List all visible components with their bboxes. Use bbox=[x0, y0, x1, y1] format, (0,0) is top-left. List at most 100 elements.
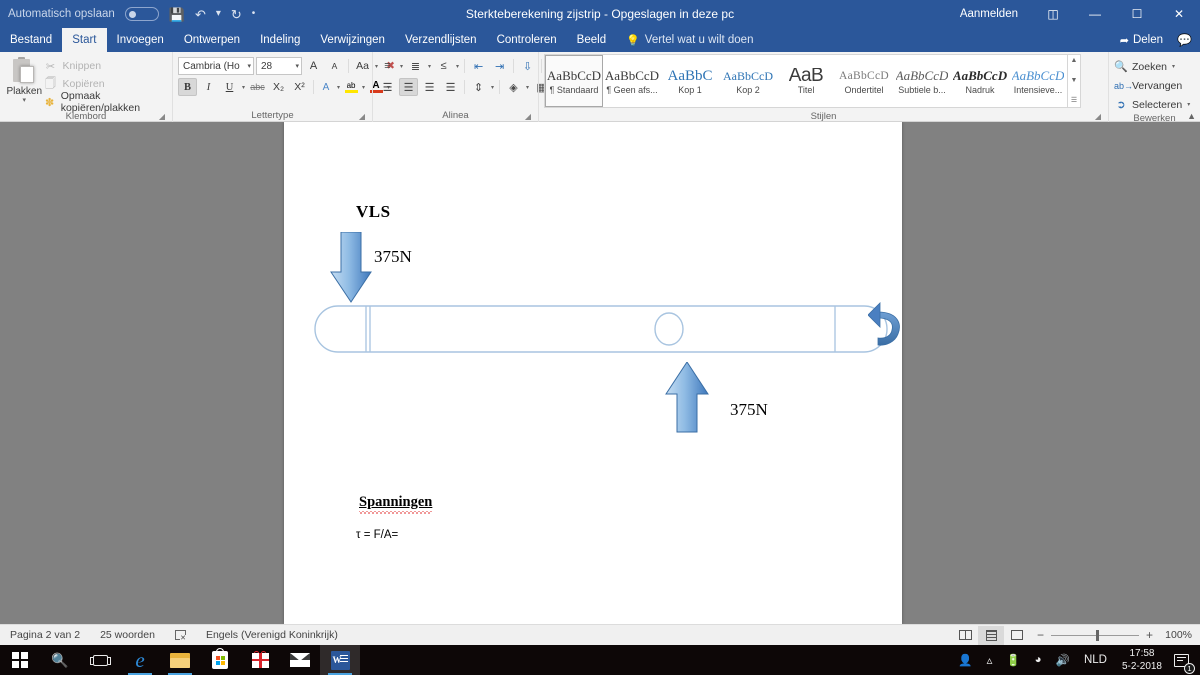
subscript-button[interactable]: X₂ bbox=[269, 78, 288, 96]
wifi-icon[interactable]: ◕ bbox=[1028, 645, 1049, 675]
italic-button[interactable]: I bbox=[199, 78, 218, 96]
undo-icon[interactable]: ↶ bbox=[195, 8, 206, 21]
align-center-icon[interactable]: ☰ bbox=[399, 78, 418, 96]
task-view-icon[interactable] bbox=[80, 645, 120, 675]
sign-in-button[interactable]: Aanmelden bbox=[946, 8, 1032, 20]
style-subtiele-benadrukking[interactable]: AaBbCcD Subtiele b... bbox=[893, 55, 951, 107]
chevron-down-icon[interactable]: ▾ bbox=[525, 84, 530, 91]
zoom-track[interactable] bbox=[1051, 629, 1139, 641]
cut-button[interactable]: ✂ Knippen bbox=[44, 58, 167, 74]
file-explorer-icon[interactable] bbox=[160, 645, 200, 675]
zoom-slider[interactable]: − + bbox=[1030, 628, 1160, 642]
zoom-level-label[interactable]: 100% bbox=[1160, 629, 1192, 641]
style-intensieve-benadrukking[interactable]: AaBbCcD Intensieve... bbox=[1009, 55, 1067, 107]
redo-icon[interactable]: ↻ bbox=[231, 8, 242, 21]
force-arrow-down[interactable] bbox=[330, 232, 372, 304]
clock[interactable]: 17:58 5-2-2018 bbox=[1114, 645, 1170, 675]
styles-gallery-scrollbar[interactable]: ▲ ▼ ☰ bbox=[1068, 54, 1081, 108]
find-button[interactable]: 🔍 Zoeken ▾ bbox=[1114, 58, 1191, 75]
strikethrough-button[interactable]: abc bbox=[248, 78, 267, 96]
proofing-errors-icon[interactable] bbox=[165, 630, 196, 642]
beam-diagram[interactable] bbox=[314, 298, 902, 360]
decrease-indent-icon[interactable]: ⇤ bbox=[469, 57, 488, 75]
search-icon[interactable]: 🔍 bbox=[40, 645, 80, 675]
font-name-combo[interactable]: Cambria (Ho ▾ bbox=[178, 57, 254, 75]
paragraph-dialog-launcher[interactable]: ◢ bbox=[525, 112, 531, 121]
bullets-icon[interactable]: ≡ bbox=[378, 57, 397, 75]
edge-browser-icon[interactable]: e bbox=[120, 645, 160, 675]
customize-qat-icon[interactable]: • bbox=[252, 9, 256, 19]
numbering-icon[interactable]: ≣ bbox=[406, 57, 425, 75]
undo-dropdown-caret[interactable]: ▾ bbox=[216, 9, 221, 19]
word-icon[interactable]: W bbox=[320, 645, 360, 675]
change-case-button[interactable]: Aa bbox=[353, 57, 372, 75]
zoom-thumb[interactable] bbox=[1096, 629, 1099, 641]
clipboard-dialog-launcher[interactable]: ◢ bbox=[159, 112, 165, 121]
language-indicator[interactable]: Engels (Verenigd Koninkrijk) bbox=[196, 629, 348, 641]
read-mode-icon[interactable] bbox=[952, 626, 978, 645]
more-styles-icon[interactable]: ☰ bbox=[1071, 97, 1077, 105]
chevron-down-icon[interactable]: ▾ bbox=[399, 63, 404, 70]
volume-icon[interactable]: 🔊 bbox=[1049, 645, 1077, 675]
text-effects-button[interactable]: A bbox=[318, 78, 334, 96]
autosave-toggle[interactable] bbox=[124, 7, 159, 21]
word-count[interactable]: 25 woorden bbox=[90, 629, 165, 641]
align-left-icon[interactable]: ☰ bbox=[378, 78, 397, 96]
tab-ontwerpen[interactable]: Ontwerpen bbox=[174, 28, 250, 52]
style-ondertitel[interactable]: AaBbCcD Ondertitel bbox=[835, 55, 893, 107]
close-icon[interactable]: ✕ bbox=[1158, 0, 1200, 28]
ribbon-display-options-icon[interactable]: ◫ bbox=[1032, 0, 1074, 28]
force-arrow-up[interactable] bbox=[664, 362, 710, 434]
style-nadruk[interactable]: AaBbCcD Nadruk bbox=[951, 55, 1009, 107]
chevron-down-icon[interactable]: ▾ bbox=[336, 84, 341, 91]
language-indicator[interactable]: NLD bbox=[1077, 645, 1114, 675]
torque-curved-arrow[interactable] bbox=[868, 300, 904, 358]
chevron-down-icon[interactable]: ▾ bbox=[455, 63, 460, 70]
comments-icon[interactable]: 💬 bbox=[1167, 33, 1192, 47]
document-page[interactable]: VLS 375N 375N Spanningen τ = F/A= bbox=[284, 122, 902, 624]
chevron-down-icon[interactable]: ▾ bbox=[241, 84, 246, 91]
align-right-icon[interactable]: ☰ bbox=[420, 78, 439, 96]
battery-icon[interactable]: 🔋 bbox=[999, 645, 1027, 675]
minimize-icon[interactable]: — bbox=[1074, 0, 1116, 28]
notifications-icon[interactable]: 1 bbox=[1170, 645, 1198, 675]
bold-button[interactable]: B bbox=[178, 78, 197, 96]
gift-icon[interactable] bbox=[240, 645, 280, 675]
show-hidden-icons-chevron[interactable]: ▵ bbox=[980, 645, 1000, 675]
save-icon[interactable]: 💾 bbox=[169, 8, 185, 21]
tab-start[interactable]: Start bbox=[62, 28, 107, 52]
increase-font-size-button[interactable]: A bbox=[304, 57, 323, 75]
tab-controleren[interactable]: Controleren bbox=[487, 28, 567, 52]
web-layout-icon[interactable] bbox=[1004, 626, 1030, 645]
tell-me-box[interactable]: 💡 Vertel wat u wilt doen bbox=[616, 28, 753, 52]
zoom-in-button[interactable]: + bbox=[1145, 628, 1154, 642]
style-kop-2[interactable]: AaBbCcD Kop 2 bbox=[719, 55, 777, 107]
chevron-down-icon[interactable]: ▾ bbox=[490, 84, 495, 91]
styles-dialog-launcher[interactable]: ◢ bbox=[1095, 112, 1101, 121]
share-icon[interactable]: ➦ bbox=[1120, 34, 1129, 47]
chevron-down-icon[interactable]: ▾ bbox=[1171, 63, 1176, 70]
shading-icon[interactable]: ◈ bbox=[504, 78, 523, 96]
scroll-down-icon[interactable]: ▼ bbox=[1071, 77, 1078, 85]
style-titel[interactable]: AaB Titel bbox=[777, 55, 835, 107]
restore-icon[interactable]: ☐ bbox=[1116, 0, 1158, 28]
line-spacing-icon[interactable]: ⇕ bbox=[469, 78, 488, 96]
print-layout-icon[interactable] bbox=[978, 625, 1004, 645]
tab-verzendlijsten[interactable]: Verzendlijsten bbox=[395, 28, 487, 52]
replace-button[interactable]: ab→ Vervangen bbox=[1114, 77, 1191, 94]
zoom-out-button[interactable]: − bbox=[1036, 628, 1045, 642]
chevron-down-icon[interactable]: ▾ bbox=[361, 84, 366, 91]
style-geen-afstand[interactable]: AaBbCcD ¶ Geen afs... bbox=[603, 55, 661, 107]
people-icon[interactable]: 👤 bbox=[951, 645, 979, 675]
format-painter-button[interactable]: ✽ Opmaak kopiëren/plakken bbox=[44, 90, 167, 114]
mail-icon[interactable] bbox=[280, 645, 320, 675]
highlight-color-button[interactable]: ab bbox=[343, 78, 359, 96]
style-kop-1[interactable]: AaBbC Kop 1 bbox=[661, 55, 719, 107]
superscript-button[interactable]: X² bbox=[290, 78, 309, 96]
chevron-down-icon[interactable]: ▾ bbox=[427, 63, 432, 70]
tab-indeling[interactable]: Indeling bbox=[250, 28, 310, 52]
justify-icon[interactable]: ☰ bbox=[441, 78, 460, 96]
tab-verwijzingen[interactable]: Verwijzingen bbox=[310, 28, 395, 52]
tab-bestand[interactable]: Bestand bbox=[0, 28, 62, 52]
select-button[interactable]: ➲ Selecteren ▾ bbox=[1114, 96, 1191, 113]
